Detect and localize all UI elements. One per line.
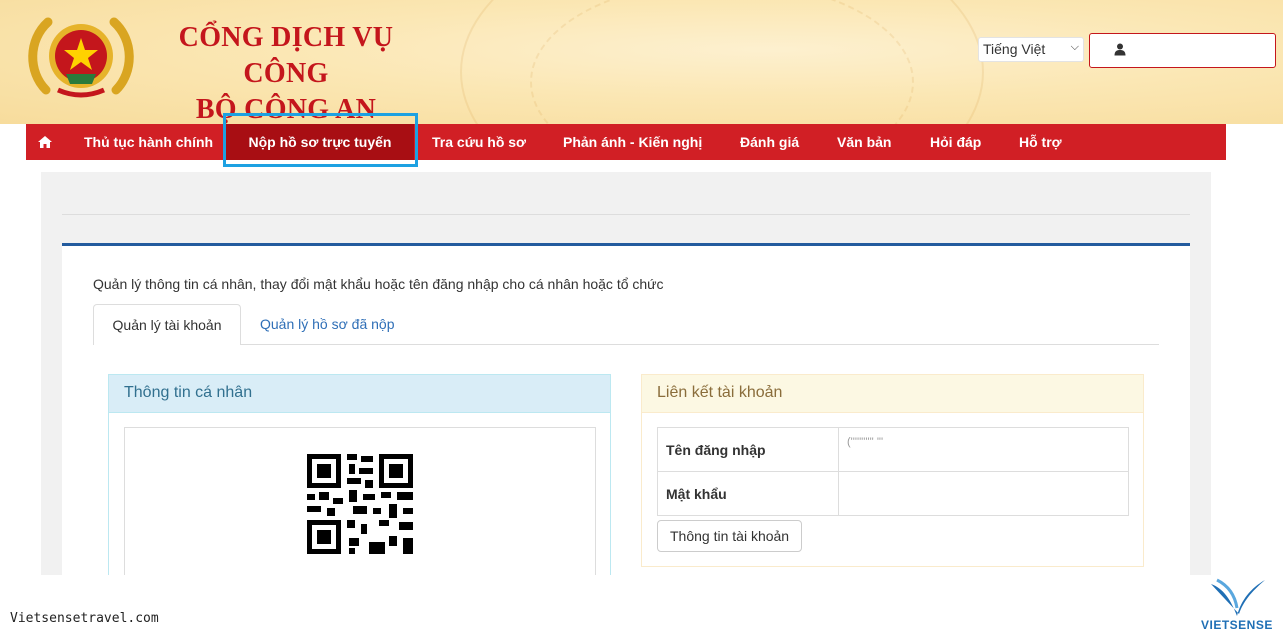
watermark-bar	[0, 575, 1283, 634]
nav-item-van-ban[interactable]: Văn bản	[837, 124, 891, 160]
main-nav: Thủ tục hành chính Nộp hồ sơ trực tuyến …	[26, 124, 1226, 160]
account-info-button[interactable]: Thông tin tài khoản	[657, 520, 803, 552]
qr-container	[124, 427, 596, 597]
site-title-line1: CỔNG DỊCH VỤ CÔNG	[178, 22, 394, 89]
language-select[interactable]: Tiếng Việt ⌵	[978, 37, 1084, 62]
nav-item-thu-tuc[interactable]: Thủ tục hành chính	[84, 124, 213, 160]
vietsense-logo: VIETSENSE	[1197, 578, 1277, 632]
username-value: (''''''''''' '''	[838, 427, 1129, 472]
nav-item-ho-tro[interactable]: Hỗ trợ	[1019, 124, 1062, 160]
tab-account-management[interactable]: Quản lý tài khoản	[93, 304, 241, 345]
divider	[62, 214, 1190, 215]
nav-item-danh-gia[interactable]: Đánh giá	[740, 124, 799, 160]
site-title: CỔNG DỊCH VỤ CÔNG BỘ CÔNG AN	[146, 20, 426, 128]
nav-item-hoi-dap[interactable]: Hỏi đáp	[930, 124, 981, 160]
nav-item-phan-anh[interactable]: Phản ánh - Kiến nghị	[563, 124, 702, 160]
watermark-site-url: Vietsensetravel.com	[10, 611, 159, 626]
home-icon[interactable]	[38, 135, 52, 153]
page-description: Quản lý thông tin cá nhân, thay đổi mật …	[93, 276, 664, 292]
user-login-box[interactable]	[1089, 33, 1276, 68]
username-label: Tên đăng nhập	[657, 427, 839, 472]
table-row: Tên đăng nhập (''''''''''' '''	[657, 427, 1129, 472]
tab-divider	[241, 344, 1159, 345]
account-link-title: Liên kết tài khoản	[642, 375, 1143, 413]
vietsense-logo-text: VIETSENSE	[1201, 618, 1273, 632]
chevron-down-icon: ⌵	[1070, 41, 1079, 53]
account-link-panel: Liên kết tài khoản Tên đăng nhập (''''''…	[641, 374, 1144, 567]
header-pattern-inner	[530, 0, 914, 124]
user-icon	[1114, 43, 1126, 56]
language-selected-value: Tiếng Việt	[983, 41, 1046, 57]
highlight-box	[223, 113, 418, 167]
police-emblem-logo[interactable]	[26, 12, 136, 98]
password-label: Mật khẩu	[657, 471, 839, 516]
nav-item-tra-cuu[interactable]: Tra cứu hồ sơ	[432, 124, 526, 160]
table-row: Mật khẩu	[657, 471, 1129, 516]
password-value	[838, 471, 1129, 516]
account-table: Tên đăng nhập (''''''''''' ''' Mật khẩu	[657, 427, 1129, 516]
vietsense-wave-icon	[1211, 578, 1265, 616]
qr-code-icon	[307, 454, 413, 554]
personal-info-title: Thông tin cá nhân	[109, 375, 610, 413]
tab-submitted-records[interactable]: Quản lý hồ sơ đã nộp	[260, 316, 395, 332]
personal-info-panel: Thông tin cá nhân	[108, 374, 611, 597]
